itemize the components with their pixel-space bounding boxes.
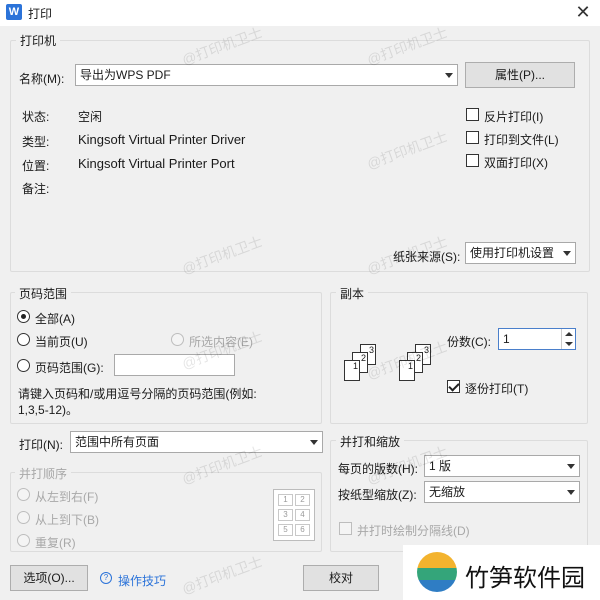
- order-repeat-label: 重复(R): [35, 536, 76, 550]
- paper-source-label: 纸张来源(S):: [393, 250, 461, 264]
- copies-count-stepper[interactable]: 1: [498, 328, 576, 350]
- order-cell: 6: [295, 524, 310, 536]
- zoom-group-label: 并打和缩放: [336, 433, 405, 450]
- range-pages-label[interactable]: 页码范围(G):: [35, 359, 104, 376]
- close-button[interactable]: ✕: [571, 1, 595, 23]
- order-top-bottom-label: 从上到下(B): [35, 513, 99, 527]
- range-selection-label: 所选内容(E): [189, 335, 253, 349]
- paper-source-value: 使用打印机设置: [470, 246, 555, 260]
- comment-label: 备注:: [22, 182, 50, 196]
- reverse-print-checkbox[interactable]: [466, 108, 479, 121]
- range-current-radio[interactable]: [17, 333, 30, 346]
- chevron-down-icon: [567, 464, 575, 469]
- stepper-down-icon[interactable]: [561, 339, 575, 349]
- help-icon[interactable]: ?: [100, 572, 112, 584]
- print-what-label: 打印(N):: [19, 438, 63, 452]
- range-all-label[interactable]: 全部(A): [35, 310, 75, 327]
- properties-button[interactable]: 属性(P)...: [465, 62, 575, 88]
- location-label: 位置:: [22, 159, 50, 173]
- title-bar: W 打印 ✕: [0, 0, 600, 26]
- order-repeat-radio[interactable]: [17, 534, 30, 547]
- printer-name-value: 导出为WPS PDF: [80, 68, 171, 82]
- order-cell: 1: [278, 494, 293, 506]
- proof-button[interactable]: 校对: [303, 565, 379, 591]
- scale-value: 无缩放: [429, 485, 466, 499]
- collate-checkbox[interactable]: [447, 380, 460, 393]
- range-current-label[interactable]: 当前页(U): [35, 333, 88, 350]
- pages-per-sheet-label: 每页的版数(H):: [338, 462, 418, 476]
- location-value: Kingsoft Virtual Printer Port: [78, 156, 235, 171]
- wps-app-icon: W: [6, 4, 22, 20]
- site-logo-text: 竹笋软件园: [465, 565, 585, 592]
- page-range-hint-line1: 请键入页码和/或用逗号分隔的页码范围(例如:: [18, 387, 257, 401]
- print-what-select[interactable]: 范围中所有页面: [70, 431, 323, 453]
- stepper-up-icon[interactable]: [561, 329, 575, 339]
- pages-per-sheet-select[interactable]: 1 版: [424, 455, 580, 477]
- draw-borders-label: 并打时绘制分隔线(D): [357, 524, 470, 538]
- duplex-checkbox[interactable]: [466, 154, 479, 167]
- range-selection-radio[interactable]: [171, 333, 184, 346]
- pages-per-sheet-value: 1 版: [429, 459, 452, 473]
- chevron-down-icon: [567, 490, 575, 495]
- window-title: 打印: [28, 7, 53, 21]
- page-range-input[interactable]: [114, 354, 235, 376]
- print-to-file-checkbox[interactable]: [466, 131, 479, 144]
- tips-link[interactable]: 操作技巧: [118, 572, 166, 589]
- order-cell: 4: [295, 509, 310, 521]
- copies-count-label: 份数(C):: [447, 335, 491, 349]
- order-cell: 3: [278, 509, 293, 521]
- order-left-right-label: 从左到右(F): [35, 490, 99, 504]
- order-top-bottom-radio[interactable]: [17, 511, 30, 524]
- copy-page-1: 1: [344, 360, 360, 381]
- order-cell: 2: [295, 494, 310, 506]
- type-label: 类型:: [22, 135, 50, 149]
- printer-name-select[interactable]: 导出为WPS PDF: [75, 64, 458, 86]
- collate-label[interactable]: 逐份打印(T): [465, 380, 528, 397]
- chevron-down-icon: [445, 73, 453, 78]
- printer-name-label: 名称(M):: [19, 72, 65, 86]
- range-pages-radio[interactable]: [17, 359, 30, 372]
- draw-borders-checkbox[interactable]: [339, 522, 352, 535]
- print-to-file-label[interactable]: 打印到文件(L): [484, 131, 559, 148]
- page-range-hint-line2: 1,3,5-12)。: [18, 403, 79, 417]
- status-label: 状态:: [22, 110, 50, 124]
- site-logo-overlay: 竹笋软件园: [403, 545, 600, 600]
- print-what-value: 范围中所有页面: [75, 435, 160, 449]
- duplex-label[interactable]: 双面打印(X): [484, 154, 548, 171]
- bamboo-logo-icon: [417, 552, 457, 592]
- options-button[interactable]: 选项(O)...: [10, 565, 88, 591]
- scale-select[interactable]: 无缩放: [424, 481, 580, 503]
- reverse-print-label[interactable]: 反片打印(I): [484, 108, 543, 125]
- copies-count-value: 1: [503, 332, 510, 346]
- status-value: 空闲: [78, 110, 103, 124]
- collation-order-preview: 1 2 3 4 5 6: [273, 489, 315, 541]
- chevron-down-icon: [310, 440, 318, 445]
- printer-group-label: 打印机: [16, 32, 61, 49]
- paper-source-select[interactable]: 使用打印机设置: [465, 242, 576, 264]
- order-left-right-radio[interactable]: [17, 488, 30, 501]
- copies-group-label: 副本: [336, 285, 369, 302]
- range-all-radio[interactable]: [17, 310, 30, 323]
- type-value: Kingsoft Virtual Printer Driver: [78, 132, 246, 147]
- order-cell: 5: [278, 524, 293, 536]
- chevron-down-icon: [563, 251, 571, 256]
- copy2-page-1: 1: [399, 360, 415, 381]
- page-range-group-label: 页码范围: [15, 285, 72, 302]
- scale-label: 按纸型缩放(Z):: [338, 488, 417, 502]
- collation-order-group-label: 并打顺序: [15, 465, 72, 482]
